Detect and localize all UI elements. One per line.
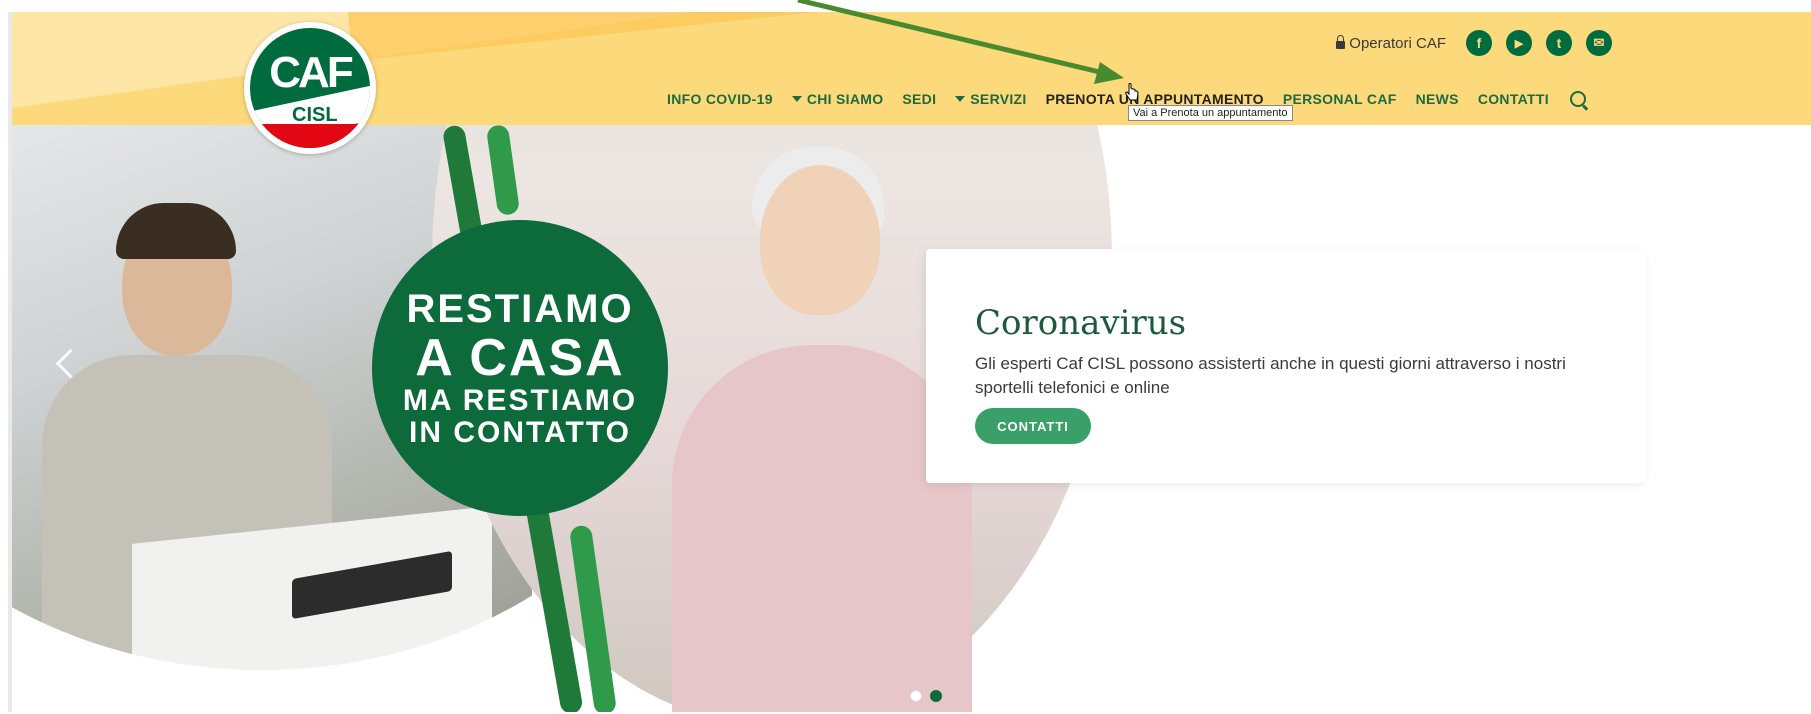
nav-item-label: CONTATTI	[1477, 91, 1549, 107]
nav-tooltip: Vai a Prenota un appuntamento	[1128, 105, 1293, 121]
caret-down-icon	[955, 96, 966, 102]
slide-text: Gli esperti Caf CISL possono assisterti …	[975, 354, 1566, 397]
nav-item-servizi[interactable]: SERVIZI	[955, 91, 1026, 107]
browser-viewport: Operatori CAF f ▶ t ✉ INFO COVID-19 CHI …	[8, 12, 1811, 712]
slider-dot-1[interactable]	[910, 690, 922, 702]
contatti-button[interactable]: CONTATTI	[975, 408, 1091, 444]
slider-pagination	[910, 690, 942, 702]
nav-item-chi-siamo[interactable]: CHI SIAMO	[791, 91, 884, 107]
annotation-arrow	[797, 0, 1124, 84]
nav-item-label: SERVIZI	[970, 91, 1027, 107]
nav-item-label: NEWS	[1415, 91, 1459, 107]
nav-item-label: PERSONAL CAF	[1282, 91, 1397, 107]
caret-down-icon	[791, 96, 802, 102]
badge-line-1: RESTIAMO	[406, 287, 634, 331]
nav-item-news[interactable]: NEWS	[1416, 91, 1459, 107]
nav-item-label: SEDI	[902, 91, 937, 107]
nav-item-contatti[interactable]: CONTATTI	[1478, 91, 1549, 107]
nav-item-sedi[interactable]: SEDI	[902, 91, 936, 107]
badge-line-4: IN CONTATTO	[409, 416, 631, 449]
slide-caption-card: Coronavirus Gli esperti Caf CISL possono…	[926, 249, 1646, 483]
slide-title: Coronavirus	[975, 303, 1187, 343]
hero-slider: RESTIAMO A CASA MA RESTIAMO IN CONTATTO …	[12, 125, 1811, 712]
badge-line-3: MA RESTIAMO	[402, 384, 638, 417]
badge-line-2: A CASA	[415, 329, 625, 387]
nav-item-personal-caf[interactable]: PERSONAL CAF	[1283, 91, 1397, 107]
slider-dot-2[interactable]	[930, 690, 942, 702]
restiamo-a-casa-badge: RESTIAMO A CASA MA RESTIAMO IN CONTATTO	[372, 220, 668, 516]
nav-item-label: INFO COVID-19	[667, 91, 773, 107]
nav-item-label: CHI SIAMO	[806, 91, 884, 107]
nav-item-info-covid[interactable]: INFO COVID-19	[667, 91, 773, 107]
search-icon[interactable]	[1569, 91, 1586, 107]
